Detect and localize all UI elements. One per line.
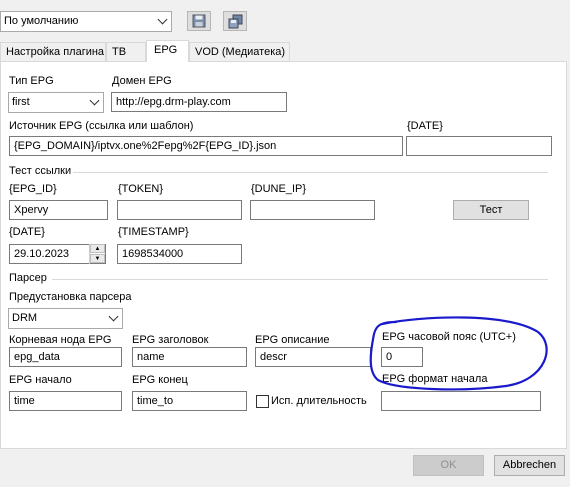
token-label: {TOKEN} [118,183,164,195]
chevron-down-icon [85,93,103,112]
tab-vod[interactable]: VOD (Медиатека) [189,42,290,61]
copy-icon [228,14,242,28]
tab-plugin-settings-label: Настройка плагина [6,46,105,58]
parser-preset-value: DRM [12,312,38,324]
preset-select[interactable]: По умолчанию [0,11,172,32]
epg-end-label: EPG конец [132,374,188,386]
epg-type-select[interactable]: first [8,92,104,113]
timestamp-field[interactable]: 1698534000 [117,244,242,264]
copy-button[interactable] [223,11,247,31]
epg-source-label: Источник EPG (ссылка или шаблон) [9,120,194,132]
timestamp-label: {TIMESTAMP} [118,226,189,238]
date-spinner[interactable]: ▲ ▼ [89,244,105,264]
epg-start-label: EPG начало [9,374,72,386]
preset-select-value: По умолчанию [4,15,79,27]
test-section-label: Тест ссылки [9,165,72,177]
cancel-button[interactable]: Abbrechen [494,455,565,476]
epg-end-field[interactable]: time_to [132,391,247,411]
test-button[interactable]: Тест [453,200,529,220]
epg-title-label: EPG заголовок [132,334,209,346]
epg-desc-field[interactable]: descr [255,347,371,367]
chevron-down-icon [153,12,171,31]
epg-id-label: {EPG_ID} [9,183,57,195]
root-node-label: Корневая нода EPG [9,334,112,346]
parser-preset-label: Предустановка парсера [9,291,132,303]
test-date-label: {DATE} [9,226,45,238]
epg-source-field[interactable]: {EPG_DOMAIN}/iptvx.one%2Fepg%2F{EPG_ID}.… [9,136,403,156]
epg-date-field[interactable] [406,136,552,156]
chevron-down-icon [104,309,122,328]
epg-type-value: first [12,96,30,108]
test-section-divider [73,172,548,173]
epg-domain-field[interactable]: http://epg.drm-play.com [111,92,287,112]
spin-down-icon[interactable]: ▼ [90,254,105,263]
parser-section-divider [52,279,548,280]
epg-start-field[interactable]: time [9,391,122,411]
spin-up-icon[interactable]: ▲ [90,244,105,253]
save-button[interactable] [187,11,211,31]
dune-ip-field[interactable] [250,200,375,220]
epg-domain-label: Домен EPG [112,75,172,87]
epg-desc-label: EPG описание [255,334,330,346]
tab-vod-label: VOD (Медиатека) [195,46,286,58]
save-icon [192,14,206,28]
dune-ip-label: {DUNE_IP} [251,183,307,195]
epg-date-label: {DATE} [407,120,443,132]
parser-preset-select[interactable]: DRM [8,308,123,329]
token-field[interactable] [117,200,242,220]
epg-type-label: Тип EPG [9,75,54,87]
tab-tv-label: ТВ [112,46,127,58]
epg-start-format-field[interactable] [381,391,541,411]
tab-plugin-settings[interactable]: Настройка плагина [0,42,106,61]
tab-tv[interactable]: ТВ [106,42,146,61]
ok-button[interactable]: OK [413,455,484,476]
parser-section-label: Парсер [9,272,47,284]
tab-epg[interactable]: EPG [146,40,189,62]
epg-id-field[interactable]: Xpervy [9,200,108,220]
annotation-ellipse [369,316,548,391]
use-duration-checkbox[interactable] [256,395,269,408]
tab-epg-label: EPG [154,44,178,56]
epg-title-field[interactable]: name [132,347,247,367]
root-node-field[interactable]: epg_data [9,347,122,367]
use-duration-label: Исп. длительность [271,395,367,407]
